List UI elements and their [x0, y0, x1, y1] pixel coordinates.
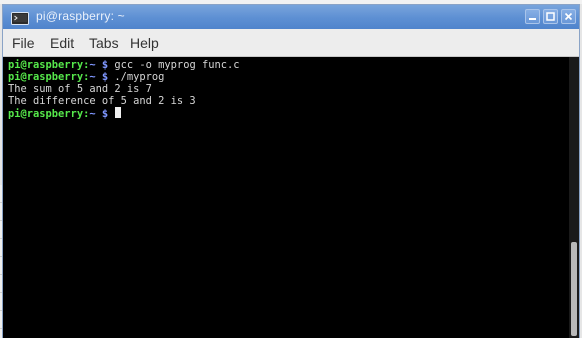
terminal-line: pi@raspberry:~ $	[8, 107, 122, 120]
prompt-symbol: $	[95, 71, 115, 83]
prompt-user-host: pi@raspberry:	[8, 108, 90, 120]
terminal-line: pi@raspberry:~ $ ./myprog	[8, 71, 164, 83]
scrollbar-thumb[interactable]	[571, 242, 577, 336]
close-button[interactable]	[561, 9, 576, 24]
prompt-symbol: $	[95, 108, 115, 120]
output-line: The sum of 5 and 2 is 7	[8, 83, 152, 95]
minimize-icon	[529, 18, 536, 20]
menu-bar: File Edit Tabs Help	[3, 29, 579, 57]
terminal-output[interactable]: pi@raspberry:~ $ gcc -o myprog func.c pi…	[3, 57, 569, 338]
command-text: ./myprog	[114, 71, 165, 83]
prompt-symbol: $	[95, 59, 115, 71]
prompt-user-host: pi@raspberry:	[8, 59, 90, 71]
title-bar[interactable]: pi@raspberry: ~	[3, 5, 579, 29]
maximize-icon	[546, 12, 555, 21]
prompt-user-host: pi@raspberry:	[8, 71, 90, 83]
output-line: The difference of 5 and 2 is 3	[8, 95, 196, 107]
screen: pi@raspberry: ~ File Edit Tabs Help pi@r…	[0, 0, 582, 338]
text-cursor	[115, 107, 122, 118]
menu-help[interactable]: Help	[130, 35, 159, 51]
command-text: gcc -o myprog func.c	[114, 59, 240, 71]
terminal-icon	[11, 10, 29, 25]
terminal-window: pi@raspberry: ~ File Edit Tabs Help pi@r…	[2, 4, 580, 338]
window-title: pi@raspberry: ~	[36, 9, 125, 23]
close-icon	[564, 12, 573, 21]
menu-tabs[interactable]: Tabs	[89, 35, 119, 51]
terminal-line: pi@raspberry:~ $ gcc -o myprog func.c	[8, 59, 240, 71]
scrollbar[interactable]	[569, 57, 579, 338]
maximize-button[interactable]	[543, 9, 558, 24]
minimize-button[interactable]	[525, 9, 540, 24]
menu-file[interactable]: File	[12, 35, 35, 51]
menu-edit[interactable]: Edit	[50, 35, 74, 51]
